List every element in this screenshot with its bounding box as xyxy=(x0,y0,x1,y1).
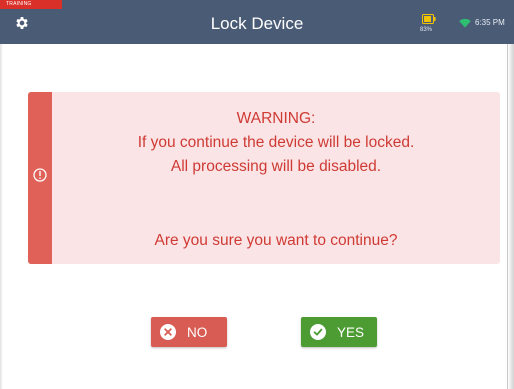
battery-percent: 83% xyxy=(420,27,433,33)
warning-line-disabled: All processing will be disabled. xyxy=(170,158,382,175)
yes-button[interactable]: YES xyxy=(301,317,377,347)
confirm-question: Are you sure you want to continue? xyxy=(154,232,398,249)
warning-alert: WARNING: If you continue the device will… xyxy=(28,92,500,264)
x-circle-icon xyxy=(160,324,176,340)
top-bar: TRAINING Lock Device 83% 6:35 PM xyxy=(0,0,514,44)
left-edge-shadow xyxy=(0,44,3,389)
wifi-icon xyxy=(459,18,471,28)
battery-icon xyxy=(422,14,436,24)
yes-button-label: YES xyxy=(337,324,365,340)
no-button[interactable]: NO xyxy=(151,317,227,347)
warning-line-locked: If you continue the device will be locke… xyxy=(137,134,415,151)
check-circle-icon xyxy=(310,324,326,340)
right-edge-shadow xyxy=(508,44,514,389)
training-badge: TRAINING xyxy=(0,0,62,9)
clock-time: 6:35 PM xyxy=(475,18,505,27)
warning-heading: WARNING: xyxy=(236,110,316,127)
exclamation-circle-icon xyxy=(33,168,47,182)
no-button-label: NO xyxy=(187,324,208,340)
battery-indicator: 83% xyxy=(420,11,442,39)
